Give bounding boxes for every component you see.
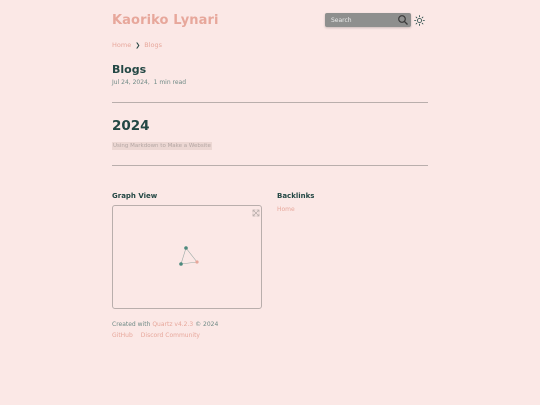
post-date: Jul 24, 2024 (112, 79, 148, 86)
footer-link-github[interactable]: GitHub (112, 332, 133, 339)
post-link[interactable]: Using Markdown to Make a Website (112, 142, 212, 150)
breadcrumb-separator: ❯ (135, 41, 141, 49)
year-heading: 2024 (112, 118, 150, 134)
footer-link-discord[interactable]: Discord Community (141, 332, 200, 339)
graph-edges (180, 247, 198, 265)
graph-canvas[interactable] (113, 206, 263, 310)
footer-credit: Created with Quartz v4.2.3 © 2024 (112, 321, 218, 328)
breadcrumb: Home ❯ Blogs (112, 41, 162, 49)
graph-node[interactable] (179, 262, 183, 266)
divider-top (112, 102, 428, 103)
footer-copyright: © 2024 (195, 321, 219, 328)
footer-created-with: Created with (112, 321, 151, 328)
graph-view-title: Graph View (112, 192, 158, 200)
site-title[interactable]: Kaoriko Lynari (112, 13, 219, 28)
search-placeholder: Search (331, 16, 352, 24)
sun-icon[interactable] (414, 15, 425, 26)
page-meta: Jul 24, 2024, 1 min read (112, 79, 187, 86)
expand-graph-icon[interactable] (252, 209, 260, 217)
breadcrumb-home[interactable]: Home (112, 41, 131, 49)
search-icon[interactable] (397, 14, 409, 26)
footer-generator-link[interactable]: Quartz v4.2.3 (152, 321, 193, 328)
backlink-home[interactable]: Home (277, 206, 295, 213)
divider-bottom (112, 165, 428, 166)
graph-node[interactable] (184, 246, 188, 250)
footer-links: GitHub Discord Community (112, 332, 200, 339)
backlinks-title: Backlinks (277, 192, 315, 200)
search-bar[interactable]: Search (325, 13, 411, 27)
graph-node-current[interactable] (195, 260, 199, 264)
reading-time: 1 min read (153, 79, 187, 86)
page-title: Blogs (112, 63, 147, 76)
graph-view[interactable] (112, 205, 262, 309)
breadcrumb-blogs[interactable]: Blogs (144, 41, 162, 49)
